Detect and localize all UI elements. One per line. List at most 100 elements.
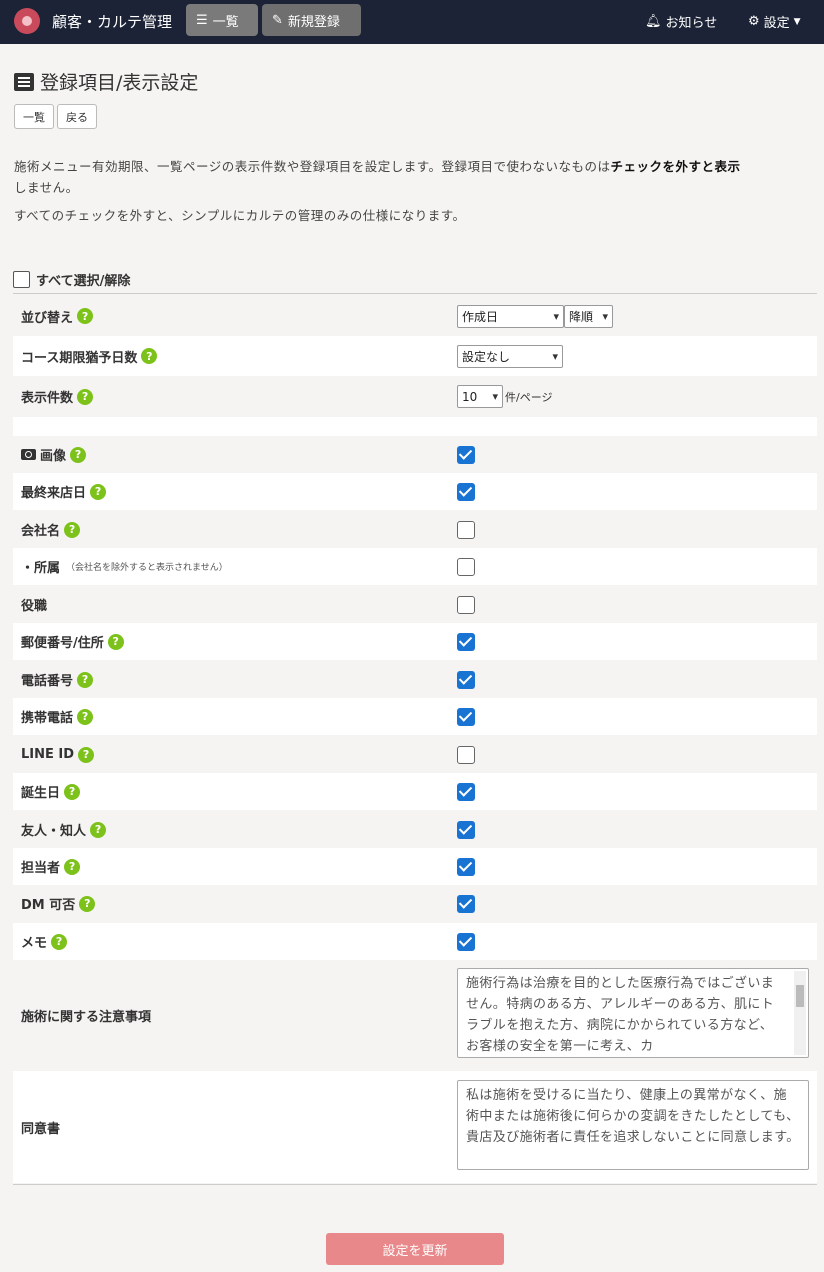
help-icon[interactable]: ? [77,708,94,725]
field-row: LINE ID? [13,736,817,773]
per-page-suffix: 件/ページ [505,390,553,404]
help-icon[interactable]: ? [77,308,94,324]
caution-textarea[interactable]: 施術行為は治療を目的とした医療行為ではございません。特病のある方、アレルギーのあ… [457,968,809,1058]
notice-link[interactable]: 🔔︎ お知らせ [645,12,717,31]
consent-row: 同意書 私は施術を受けるに当たり、健康上の異常がなく、施術中または施術後に何らか… [13,1071,817,1183]
field-checkbox[interactable] [457,445,475,464]
help-icon[interactable]: ? [64,858,81,875]
select-all-label: すべて選択/解除 [36,274,131,289]
field-row: 会社名? [13,511,817,548]
help-icon[interactable]: ? [70,446,87,463]
select-all[interactable]: すべて選択/解除 [13,270,130,289]
scrollbar[interactable] [794,971,806,1055]
help-icon[interactable]: ? [78,746,95,763]
field-checkbox[interactable] [457,820,475,839]
field-note: （会社名を除外すると表示されません） [66,563,228,573]
settings-label: 設定 [763,16,790,31]
field-checkbox[interactable] [457,632,475,651]
help-icon[interactable]: ? [51,933,68,950]
brand-title[interactable]: 顧客・カルテ管理 [52,11,172,32]
field-label-text: 役職 [21,599,48,614]
field-row: DM 可否? [13,885,817,922]
help-icon[interactable]: ? [107,633,124,650]
help-icon[interactable]: ? [90,483,107,500]
help-icon[interactable]: ? [77,671,94,688]
field-checkbox[interactable] [457,745,475,764]
pencil-icon: ✎ [272,12,283,28]
gear-icon: ⚙ [748,14,760,29]
field-checkbox[interactable] [457,595,475,614]
list-button[interactable]: 一覧 [14,104,54,129]
consent-text: 私は施術を受けるに当たり、健康上の異常がなく、施術中または施術後に何らかの変調を… [466,1088,800,1145]
field-label: 役職 [21,595,47,614]
grace-label: コース期限猶予日数 ? [21,347,158,366]
help-icon[interactable]: ? [77,388,94,405]
consent-textarea[interactable]: 私は施術を受けるに当たり、健康上の異常がなく、施術中または施術後に何らかの変調を… [457,1080,809,1170]
settings-dropdown[interactable]: ⚙ 設定 ▼ [748,12,801,31]
field-row: 電話番号? [13,661,817,698]
grace-days-select[interactable]: 設定なし [457,344,563,368]
notice-label: お知らせ [665,16,718,31]
divider [13,293,817,294]
scrollbar-thumb[interactable] [796,985,804,1007]
help-icon[interactable]: ? [64,521,81,538]
help-icon[interactable]: ? [79,895,96,912]
field-checkbox[interactable] [457,557,475,576]
back-button[interactable]: 戻る [57,104,97,129]
field-label-text: メモ [21,936,48,951]
caution-text: 施術行為は治療を目的とした医療行為ではございません。特病のある方、アレルギーのあ… [466,976,775,1054]
field-checkbox[interactable] [457,520,475,539]
field-row: 画像? [13,436,817,473]
field-label: 電話番号? [21,670,94,689]
description-1: 施術メニュー有効期限、一覧ページの表示件数や登録項目を設定します。登録項目で使わ… [14,156,814,198]
nav-list-button[interactable]: ☰ 一覧 [186,4,258,36]
nav-new-button[interactable]: ✎ 新規登録 [262,4,361,36]
sort-by-select[interactable]: 作成日 [457,304,564,328]
list-alt-icon [14,72,34,91]
bell-icon: 🔔︎ [645,14,662,29]
field-label: 誕生日? [21,782,81,801]
update-settings-button[interactable]: 設定を更新 [326,1233,504,1265]
field-row: 友人・知人? [13,811,817,848]
sort-label: 並び替え ? [21,307,94,326]
field-label: LINE ID? [21,746,95,763]
field-label: 画像? [21,445,87,464]
navbar: 顧客・カルテ管理 ☰ 一覧 ✎ 新規登録 🔔︎ お知らせ ⚙ 設定 ▼ [0,0,824,44]
field-label: 友人・知人? [21,820,107,839]
field-checkbox[interactable] [457,932,475,951]
field-label: 会社名? [21,520,81,539]
sort-order-select[interactable]: 降順 [564,304,613,328]
field-checkbox[interactable] [457,894,475,913]
field-row: 担当者? [13,848,817,885]
description-2: すべてのチェックを外すと、シンプルにカルテの管理のみの仕様になります。 [14,208,466,223]
field-label-text: 郵便番号/住所 [21,636,104,651]
select-all-checkbox[interactable] [13,271,30,288]
field-label-text: LINE ID [21,747,75,762]
field-label: 郵便番号/住所? [21,632,124,651]
field-label: ・所属 （会社名を除外すると表示されません） [21,557,228,576]
page-title: 登録項目/表示設定 [14,68,198,95]
field-checkbox[interactable] [457,670,475,689]
field-label-text: 担当者 [21,861,61,876]
description-1-end: しません。 [14,180,79,195]
field-row: ・所属 （会社名を除外すると表示されません） [13,548,817,585]
field-label-text: 電話番号 [21,674,74,689]
help-icon[interactable]: ? [64,783,81,800]
help-icon[interactable]: ? [141,348,158,364]
field-checkbox[interactable] [457,707,475,726]
field-checkbox[interactable] [457,782,475,801]
help-icon[interactable]: ? [90,821,107,838]
per-page-select[interactable]: 10 [457,385,503,408]
settings-row-sort: 並び替え ? 作成日 降順 [13,296,817,336]
field-label-text: 携帯電話 [21,711,74,726]
caution-row: 施術に関する注意事項 施術行為は治療を目的とした医療行為ではございません。特病の… [13,960,817,1070]
field-label-text: 会社名 [21,524,61,539]
field-label: 携帯電話? [21,707,94,726]
field-checkbox[interactable] [457,857,475,876]
field-checkbox[interactable] [457,482,475,501]
description-1-bold: チェックを外すと表示 [610,159,741,174]
nav-new-label: 新規登録 [287,14,340,30]
field-row: 郵便番号/住所? [13,623,817,660]
field-label: 担当者? [21,857,81,876]
brand-logo[interactable] [14,8,40,34]
